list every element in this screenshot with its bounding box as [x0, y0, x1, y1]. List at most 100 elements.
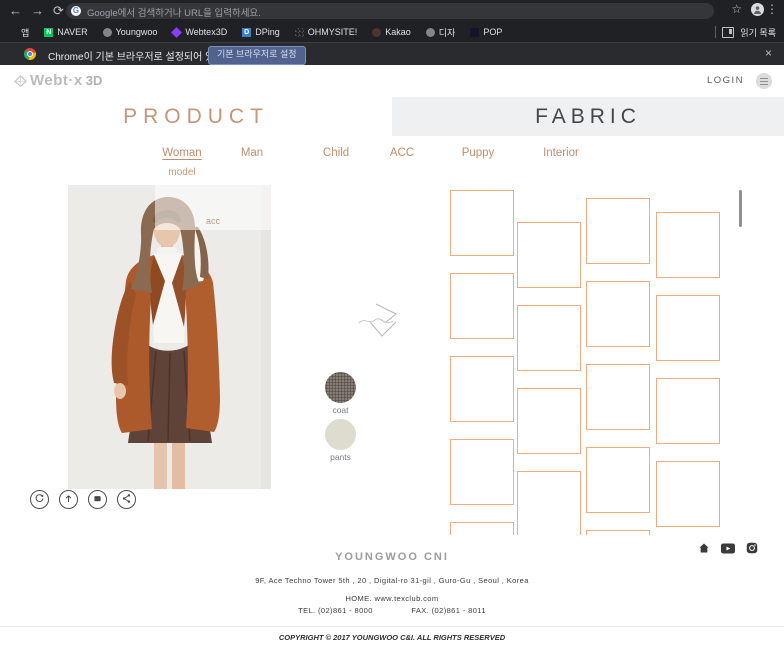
company-contacts: TEL. (02)861 - 8000 FAX. (02)861 - 8011 [0, 606, 784, 615]
model-viewer[interactable]: acc [68, 185, 271, 489]
address-bar[interactable]: G Google에서 검색하거나 URL을 입력하세요. [66, 3, 714, 19]
webtex-3d-mark-icon [356, 300, 402, 349]
site-header: Webt·x 3D LOGIN [0, 65, 784, 97]
reading-list-button[interactable]: 읽기 목록 [740, 26, 776, 39]
site-logo[interactable]: Webt·x 3D [13, 72, 102, 89]
dping-icon: D [242, 28, 251, 37]
fabric-swatch[interactable] [517, 388, 581, 454]
tab-fabric[interactable]: FABRIC [392, 97, 784, 136]
footer-divider [0, 626, 784, 627]
close-infobar-icon[interactable]: × [765, 46, 772, 60]
bookmark-star-icon[interactable]: ☆ [731, 2, 742, 16]
browser-window: ← → ⟳ G Google에서 검색하거나 URL을 입력하세요. ☆ ⋮ 앱… [0, 0, 784, 666]
company-name: YOUNGWOO CNI [0, 551, 784, 563]
fabric-swatch[interactable] [450, 273, 514, 339]
nav-item-man[interactable]: Man [212, 147, 292, 161]
forward-icon[interactable]: → [31, 2, 44, 20]
bookmark-item[interactable]: Kakao [372, 27, 411, 37]
bookmark-item[interactable]: D DPing [242, 27, 280, 37]
bookmark-item[interactable]: POP [470, 27, 502, 37]
share-icon [121, 491, 132, 509]
nav-item-woman[interactable]: Woman [142, 147, 222, 161]
checker-icon [295, 28, 304, 37]
swatch-label: pants [318, 452, 363, 462]
swatch-label: coat [318, 405, 363, 415]
google-icon: G [71, 6, 81, 16]
globe-icon [426, 28, 435, 37]
nav-subitem-model[interactable]: model [142, 167, 222, 178]
fabric-swatch[interactable] [517, 222, 581, 288]
nav-item-interior[interactable]: Interior [521, 147, 601, 161]
naver-icon: N [44, 28, 53, 37]
logo-text: Webt·x [30, 72, 83, 89]
nav-item-acc[interactable]: ACC [362, 147, 442, 161]
bookmark-label: Kakao [385, 27, 411, 37]
bookmark-item[interactable]: 디자 [426, 26, 456, 39]
apps-grid-icon [8, 28, 17, 37]
set-default-browser-button[interactable]: 기본 브라우저로 설정 [208, 46, 306, 65]
share-button[interactable] [117, 490, 136, 509]
save-button[interactable] [88, 490, 107, 509]
reload-icon[interactable]: ⟳ [53, 2, 64, 20]
fabric-swatch[interactable] [517, 305, 581, 371]
bookmark-label: 디자 [439, 26, 456, 39]
bookmark-label: DPing [255, 27, 280, 37]
fabric-swatch[interactable] [586, 364, 650, 430]
fabric-swatch[interactable] [586, 198, 650, 264]
fabric-swatch[interactable] [517, 471, 581, 535]
copyright: COPYRIGHT © 2017 YOUNGWOO C&I. ALL RIGHT… [0, 633, 784, 642]
selected-swatches: coat pants [318, 372, 363, 466]
swatch-circle-coat[interactable] [325, 372, 356, 403]
chrome-menu-icon[interactable]: ⋮ [766, 2, 778, 16]
profile-avatar[interactable] [751, 3, 764, 16]
ghost-dropdown: acc [155, 185, 271, 230]
swatch-circle-pants[interactable] [325, 419, 356, 450]
fabric-scrollbar[interactable] [739, 190, 742, 227]
swatch-pants: pants [318, 419, 363, 462]
company-tel: TEL. (02)861 - 8000 [298, 606, 373, 615]
company-fax: FAX. (02)861 - 8011 [411, 606, 486, 615]
fabric-swatch[interactable] [450, 439, 514, 505]
upload-button[interactable] [59, 490, 78, 509]
address-placeholder: Google에서 검색하거나 URL을 입력하세요. [87, 5, 261, 19]
side-panel-icon[interactable] [722, 27, 734, 38]
logo-3d-text: 3D [86, 73, 103, 88]
back-icon[interactable]: ← [9, 2, 22, 20]
fabric-swatch[interactable] [586, 447, 650, 513]
fabric-swatch[interactable] [586, 281, 650, 347]
browser-toolbar: ← → ⟳ G Google에서 검색하거나 URL을 입력하세요. ☆ ⋮ [0, 0, 784, 22]
fabric-swatch[interactable] [450, 356, 514, 422]
ghost-menu-item: acc [155, 216, 271, 226]
bookmark-label: Youngwoo [116, 27, 158, 37]
bookmark-item[interactable]: 앱 [8, 26, 29, 39]
bookmark-item[interactable]: NNAVER [44, 27, 87, 37]
company-address: 9F, Ace Techno Tower 5th , 20 , Digital-… [0, 576, 784, 585]
hamburger-menu-icon[interactable] [756, 73, 772, 89]
main-tabs: PRODUCT FABRIC [0, 97, 784, 136]
login-button[interactable]: LOGIN [707, 75, 744, 86]
fabric-swatch[interactable] [656, 295, 720, 361]
fabric-swatch[interactable] [450, 522, 514, 535]
upload-icon [63, 491, 74, 509]
bookmark-label: Webtex3D [185, 27, 227, 37]
swatch-coat: coat [318, 372, 363, 415]
fabric-swatch[interactable] [656, 378, 720, 444]
save-icon [92, 491, 103, 509]
pop-icon [470, 28, 479, 37]
fabric-swatch[interactable] [656, 461, 720, 527]
nav-item-puppy[interactable]: Puppy [438, 147, 518, 161]
tab-product[interactable]: PRODUCT [0, 97, 392, 136]
fabric-swatch[interactable] [656, 212, 720, 278]
rotate-button[interactable] [30, 490, 49, 509]
bookmarks-bar: 앱 NNAVER Youngwoo Webtex3D D DPing OHMYSITE! Ka… [0, 22, 784, 42]
bookmark-item[interactable]: Webtex3D [172, 27, 227, 37]
bookmark-item[interactable]: OHMYSITE! [295, 27, 358, 37]
bookmark-label: 앱 [21, 26, 29, 39]
bookmark-item[interactable]: Youngwoo [103, 27, 158, 37]
default-browser-infobar: Chrome이 기본 브라우저로 설정되어 있지 않습니다 기본 브라우저로 설… [0, 42, 784, 66]
viewer-actions [30, 490, 136, 509]
logo-mark-icon [13, 74, 28, 88]
rotate-icon [34, 491, 45, 509]
fabric-swatch-grid [443, 185, 755, 535]
fabric-swatch[interactable] [450, 190, 514, 256]
